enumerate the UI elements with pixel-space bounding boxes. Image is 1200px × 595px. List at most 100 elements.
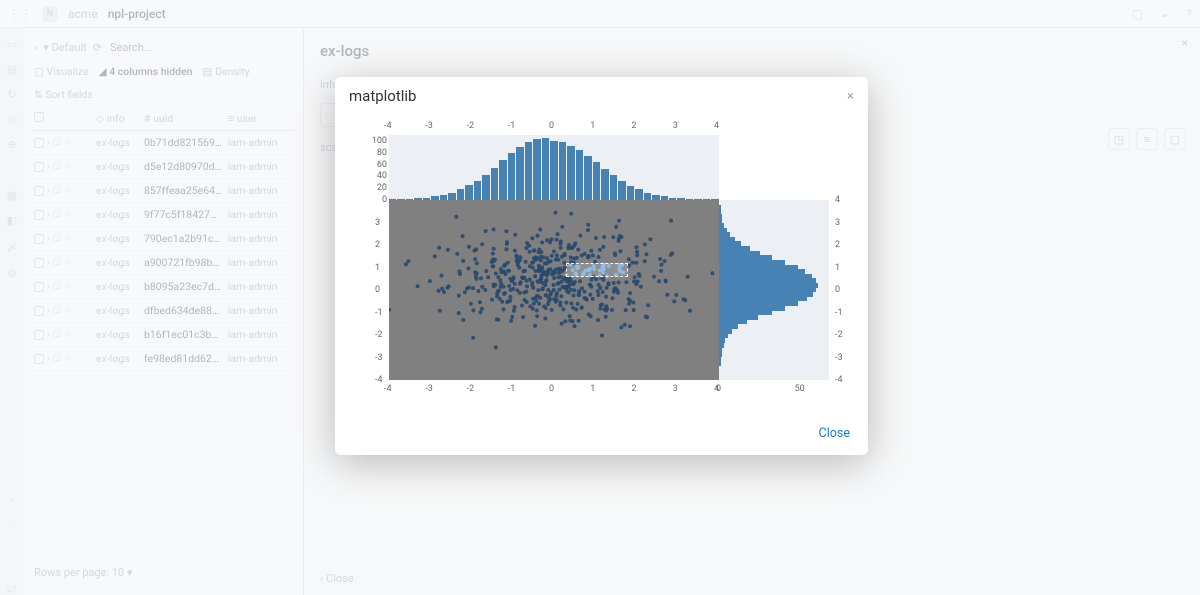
row-star-icon[interactable]: ☆ [64,234,72,244]
row-expand-icon[interactable]: › [47,186,50,196]
row-user: iam-admin [228,280,288,293]
rail-item-9-icon[interactable]: ⚙ [7,267,17,280]
rail-item-2-icon[interactable]: ▤ [7,63,17,76]
row-open-icon[interactable]: ☐ [53,234,61,244]
row-expand-icon[interactable]: › [47,282,50,292]
avatar[interactable]: ◒ [1161,7,1168,21]
row-star-icon[interactable]: ☆ [64,138,72,148]
table-row[interactable]: ›☐☆ex-logs0b71dd821569…iam-admin [32,131,295,155]
row-checkbox[interactable] [34,186,44,196]
row-checkbox[interactable] [34,330,44,340]
refresh-icon[interactable]: ⟳ [93,41,102,54]
row-star-icon[interactable]: ☆ [64,282,72,292]
row-checkbox[interactable] [34,354,44,364]
drag-handle-icon[interactable]: ⋮⋮ [8,7,32,21]
detail-close-x[interactable]: × [1182,36,1188,50]
sort-button[interactable]: ⇅ Sort fields [34,88,93,101]
row-expand-icon[interactable]: › [47,210,50,220]
row-expand-icon[interactable]: › [47,354,50,364]
table-row[interactable]: ›☐☆ex-logs9f77c5f18427…iam-admin [32,203,295,227]
workspace-badge[interactable]: N [42,6,58,22]
row-star-icon[interactable]: ☆ [64,210,72,220]
row-checkbox[interactable] [34,210,44,220]
col-uuid[interactable]: # uuid [144,112,224,125]
row-star-icon[interactable]: ☆ [64,258,72,268]
row-open-icon[interactable]: ☐ [53,138,61,148]
rail-item-6-icon[interactable]: ▦ [7,189,17,202]
collapse-icon[interactable]: ‹ [34,41,37,54]
rail-item-8-icon[interactable]: 〆 [7,239,18,255]
row-info: ex-logs [96,280,140,293]
rail-item-5-icon[interactable]: ⊕ [7,138,16,151]
density-button[interactable]: ▤ Density [203,65,250,78]
row-info: ex-logs [96,184,140,197]
row-open-icon[interactable]: ☐ [53,162,61,172]
row-open-icon[interactable]: ☐ [53,330,61,340]
workspace-name[interactable]: acme [68,7,98,21]
scatter-plot[interactable] [389,200,719,380]
row-user: iam-admin [228,232,288,245]
hidden-columns[interactable]: ◢ 4 columns hidden [99,65,193,78]
row-star-icon[interactable]: ☆ [64,186,72,196]
chart-modal: matplotlib × 020406080100 -4-3-2-101234 … [335,77,868,455]
row-expand-icon[interactable]: › [47,138,50,148]
row-checkbox[interactable] [34,234,44,244]
new-window-icon[interactable]: ▢ [1132,7,1143,21]
visualize-button[interactable]: ▢ Visualize [34,65,89,78]
table-row[interactable]: ›☐☆ex-logs790ec1a2b91c…iam-admin [32,227,295,251]
table-row[interactable]: ›☐☆ex-logs857ffeaa25e64…iam-admin [32,179,295,203]
row-expand-icon[interactable]: › [47,162,50,172]
row-star-icon[interactable]: ☆ [64,354,72,364]
view-menu[interactable]: ▾ Default [43,41,86,54]
row-checkbox[interactable] [34,258,44,268]
row-checkbox[interactable] [34,162,44,172]
detail-close-button[interactable]: ‹ Close [320,572,354,585]
row-star-icon[interactable]: ☆ [64,306,72,316]
rail-bottom-2-icon[interactable]: ◌ [9,518,16,531]
row-star-icon[interactable]: ☆ [64,330,72,340]
row-checkbox[interactable] [34,138,44,148]
row-expand-icon[interactable]: › [47,258,50,268]
row-checkbox[interactable] [34,282,44,292]
rail-item-1-icon[interactable]: ▭ [7,38,17,51]
rail-item-3-icon[interactable]: ↻ [7,88,16,101]
table-row[interactable]: ›☐☆ex-logsd5e12d80970d…iam-admin [32,155,295,179]
col-info[interactable]: ◇ info [96,112,140,125]
modal-close-button[interactable]: Close [819,426,850,441]
help-icon[interactable]: ? [1186,7,1192,21]
table-row[interactable]: ›☐☆ex-logsa900721fb98b…iam-admin [32,251,295,275]
detail-action-2-icon[interactable]: ≡ [1136,128,1158,150]
row-open-icon[interactable]: ☐ [53,306,61,316]
row-checkbox[interactable] [34,306,44,316]
row-open-icon[interactable]: ☐ [53,282,61,292]
rail-bottom-1-icon[interactable]: › [10,493,13,506]
row-expand-icon[interactable]: › [47,330,50,340]
marginal-top-histogram [389,135,719,200]
table-footer: Rows per page: 10 ▾ [32,558,295,587]
table-row[interactable]: ›☐☆ex-logsfe98ed81dd62…iam-admin [32,347,295,371]
table-row[interactable]: ›☐☆ex-logsdfbed634de88…iam-admin [32,299,295,323]
select-all-checkbox[interactable] [34,112,44,122]
detail-action-3-icon[interactable]: ▢ [1164,128,1186,150]
rows-per-page[interactable]: Rows per page: 10 [34,566,124,579]
rail-item-7-icon[interactable]: ◧ [7,214,17,227]
detail-action-1-icon[interactable]: ◳ [1108,128,1130,150]
row-star-icon[interactable]: ☆ [64,162,72,172]
modal-close-x[interactable]: × [847,89,854,104]
row-open-icon[interactable]: ☐ [53,354,61,364]
row-open-icon[interactable]: ☐ [53,186,61,196]
row-expand-icon[interactable]: › [47,306,50,316]
table-header: ◇ info # uuid ≡ user [32,107,295,131]
table-row[interactable]: ›☐☆ex-logsb8095a23ec7d…iam-admin [32,275,295,299]
row-user: iam-admin [228,352,288,365]
project-name[interactable]: npl-project [108,7,166,21]
row-uuid: 9f77c5f18427… [144,208,224,221]
rail-item-4-icon[interactable]: ◎ [7,113,17,126]
row-open-icon[interactable]: ☐ [53,258,61,268]
row-open-icon[interactable]: ☐ [53,210,61,220]
brush-selection[interactable] [566,263,628,277]
col-user[interactable]: ≡ user [228,112,288,125]
search-input[interactable] [108,40,293,55]
row-expand-icon[interactable]: › [47,234,50,244]
table-row[interactable]: ›☐☆ex-logsb16f1ec01c3b…iam-admin [32,323,295,347]
